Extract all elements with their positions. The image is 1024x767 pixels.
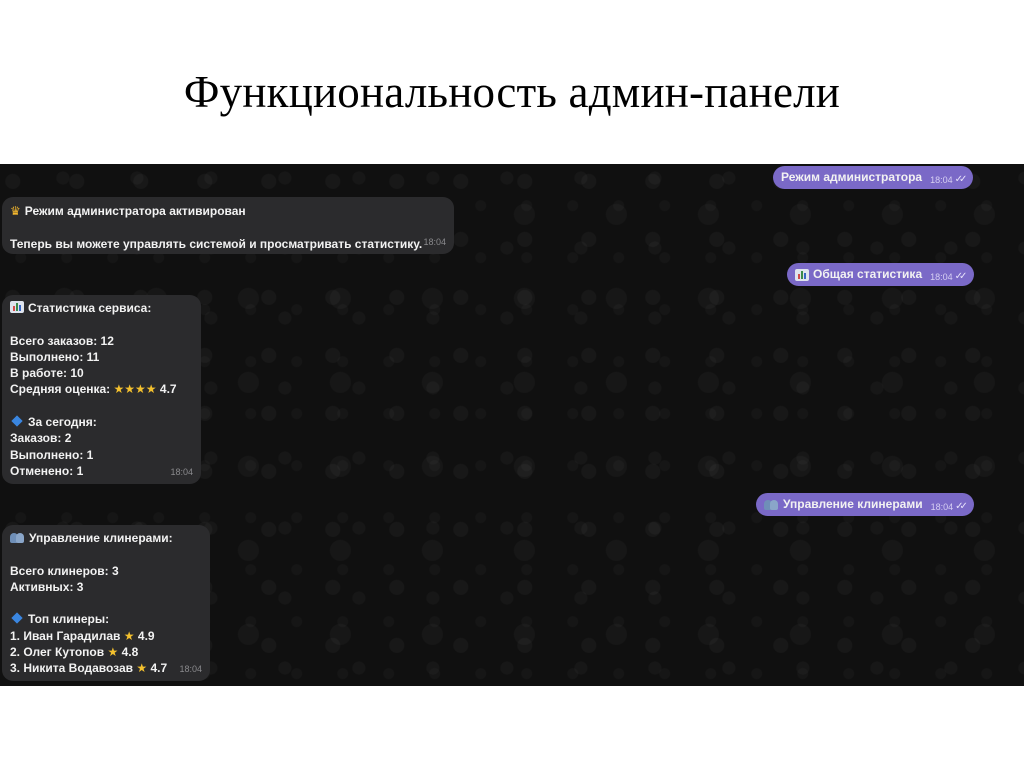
message-time: 18:04 — [930, 175, 953, 186]
message-time: 18:04 — [179, 663, 202, 674]
message-text: Общая статистика — [813, 267, 923, 282]
rating-stars-icon: ★★★★ — [113, 382, 157, 397]
bar-chart-icon — [795, 268, 809, 281]
message-time: 18:04 — [170, 466, 193, 477]
message-meta: 18:04 ✓✓ — [930, 172, 968, 188]
chat-area[interactable]: Режим администратора 18:04 ✓✓ ♛ Режим адм… — [0, 164, 1024, 686]
star-icon: ★ — [123, 628, 135, 643]
message-meta: 18:04 ✓✓ — [930, 269, 968, 285]
star-icon: ★ — [107, 645, 119, 660]
stat-active-cleaners: Активных: 3 — [10, 579, 84, 594]
read-ticks-icon: ✓✓ — [954, 174, 968, 186]
message-cleaners[interactable]: Управление клинерами: Всего клинеров: 3 … — [2, 525, 210, 681]
stat-avg-rating: Средняя оценка: ★★★★ 4.7 — [10, 382, 177, 397]
read-ticks-icon: ✓✓ — [954, 271, 968, 283]
message-body: Теперь вы можете управлять системой и пр… — [10, 236, 423, 251]
stat-today-completed: Выполнено: 1 — [10, 447, 94, 462]
message-time: 18:04 — [930, 502, 954, 513]
people-icon — [764, 499, 779, 510]
stat-in-progress: В работе: 10 — [10, 366, 84, 381]
message-general-stats[interactable]: Общая статистика 18:04 ✓✓ — [787, 263, 974, 286]
star-icon: ★ — [136, 661, 148, 676]
crown-icon: ♛ — [10, 204, 21, 218]
blue-diamond-icon — [11, 612, 23, 625]
slide-title: Функциональность админ-панели — [183, 67, 841, 117]
message-manage-cleaners[interactable]: Управление клинерами 18:04 ✓✓ — [756, 493, 974, 516]
message-admin-mode[interactable]: Режим администратора 18:04 ✓✓ — [773, 166, 973, 189]
people-icon — [10, 532, 25, 543]
message-time: 18:04 — [423, 236, 446, 247]
stat-today-orders: Заказов: 2 — [10, 431, 72, 446]
list-item: 1. Иван Гарадилав ★ 4.9 — [10, 628, 155, 643]
message-header: ♛ Режим администратора активирован — [10, 204, 246, 218]
message-text: Управление клинерами — [783, 497, 923, 512]
message-header: Статистика сервиса: — [10, 300, 191, 316]
read-ticks-icon: ✓✓ — [955, 501, 968, 513]
stat-total-orders: Всего заказов: 12 — [10, 333, 114, 348]
top-cleaners-header: Топ клинеры: — [10, 611, 200, 627]
today-header: За сегодня: — [10, 414, 191, 430]
list-item: 2. Олег Кутопов ★ 4.8 — [10, 645, 139, 660]
blue-diamond-icon — [11, 415, 23, 427]
message-text: Режим администратора — [781, 170, 923, 185]
message-time: 18:04 — [930, 272, 953, 283]
bar-chart-icon — [10, 301, 24, 313]
message-header: Управление клинерами: — [10, 530, 200, 546]
message-meta: 18:04 ✓✓ — [930, 499, 968, 515]
message-service-stats[interactable]: Статистика сервиса: Всего заказов: 12 Вы… — [2, 295, 201, 484]
stat-total-cleaners: Всего клинеров: 3 — [10, 563, 119, 578]
message-admin-activated[interactable]: ♛ Режим администратора активирован Теперь… — [2, 197, 454, 254]
stat-today-cancelled: Отменено: 1 — [10, 463, 84, 478]
stat-completed: Выполнено: 11 — [10, 349, 100, 364]
list-item: 3. Никита Водавозав ★ 4.7 — [10, 661, 168, 676]
